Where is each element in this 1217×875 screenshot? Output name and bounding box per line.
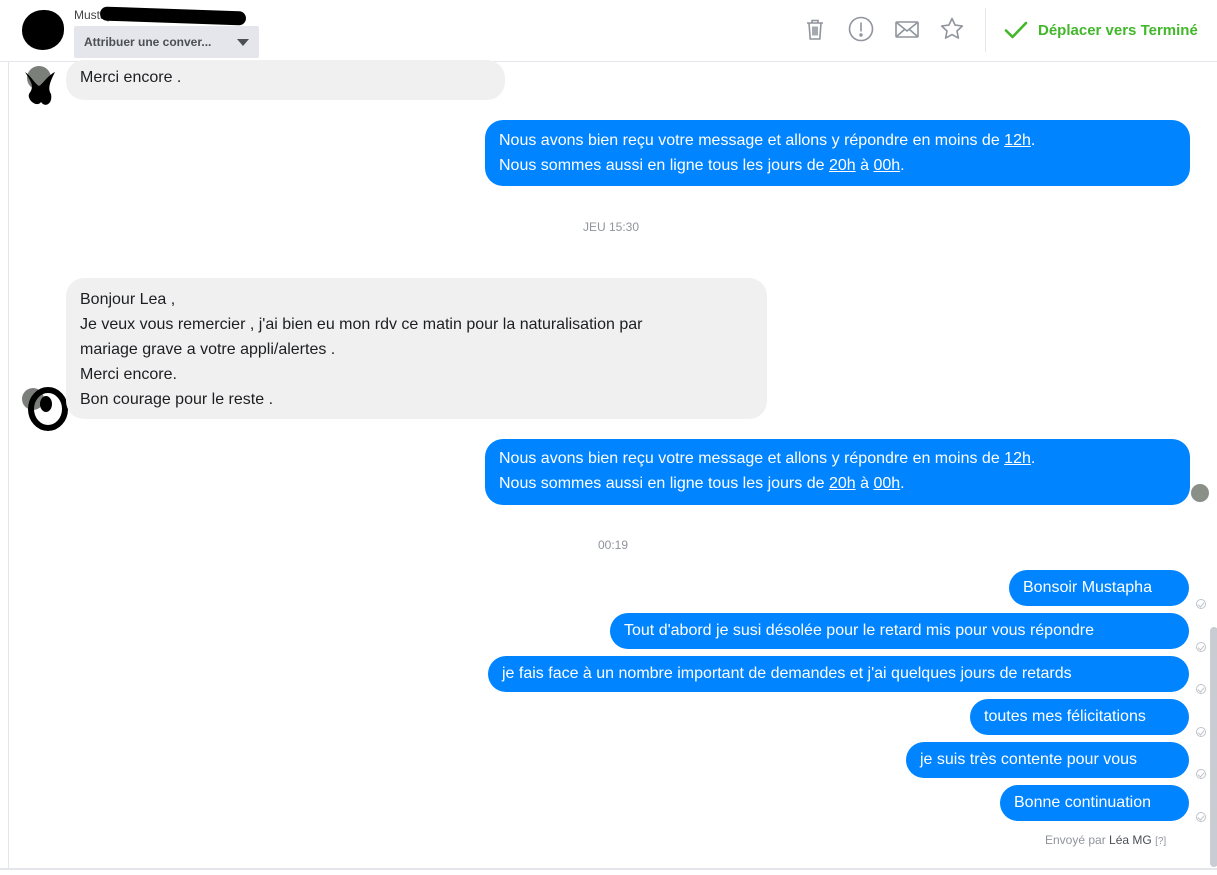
conversation-header: Mustapha Le Rabat Attribuer une conver..…	[0, 0, 1217, 62]
scrollbar[interactable]	[1210, 627, 1217, 867]
seen-check-icon	[1196, 812, 1206, 822]
seen-check-icon	[1196, 642, 1206, 652]
time-link[interactable]: 00h	[873, 475, 900, 492]
outgoing-message[interactable]: Bonsoir Mustapha	[1009, 570, 1189, 606]
message-text: Bonsoir Mustapha	[1023, 579, 1152, 596]
seen-check-icon	[1196, 727, 1206, 737]
message-timestamp: 00:19	[598, 538, 629, 552]
sender-avatar	[22, 387, 68, 431]
assign-conversation-label: Attribuer une conver...	[84, 35, 212, 49]
message-line-1: Nous avons bien reçu votre message et al…	[499, 132, 1036, 149]
message-text: Bonne continuation	[1014, 794, 1151, 811]
message-line-2: Nous sommes aussi en ligne tous les jour…	[499, 475, 905, 492]
message-text: toutes mes félicitations	[984, 708, 1146, 725]
redaction-mark	[99, 6, 247, 26]
star-icon[interactable]	[936, 13, 968, 45]
message-thread[interactable]: Merci encore . Nous avons bien reçu votr…	[8, 60, 1217, 868]
checkmark-icon	[1004, 21, 1028, 39]
time-link[interactable]: 20h	[829, 475, 856, 492]
incoming-message[interactable]: Bonjour Lea , Je veux vous remercier , j…	[66, 278, 767, 419]
seen-avatar	[1191, 484, 1209, 502]
message-line: Bon courage pour le reste .	[80, 391, 274, 408]
time-link[interactable]: 00h	[873, 157, 900, 174]
sender-name[interactable]: Léa MG	[1109, 833, 1152, 847]
message-line-1: Nous avons bien reçu votre message et al…	[499, 450, 1036, 467]
seen-check-icon	[1196, 769, 1206, 779]
sent-by-label: Envoyé par Léa MG [?]	[1045, 833, 1167, 847]
outgoing-message[interactable]: Nous avons bien reçu votre message et al…	[485, 120, 1190, 186]
message-line: Je veux vous remercier , j'ai bien eu mo…	[80, 316, 643, 333]
incoming-message[interactable]: Merci encore .	[66, 60, 505, 100]
help-link[interactable]: [?]	[1155, 836, 1166, 847]
time-link[interactable]: 20h	[829, 157, 856, 174]
seen-check-icon	[1196, 599, 1206, 609]
message-line: mariage grave a votre appli/alertes .	[80, 341, 336, 358]
envelope-icon[interactable]	[891, 13, 923, 45]
outgoing-message[interactable]: Nous avons bien reçu votre message et al…	[485, 439, 1190, 505]
trash-icon[interactable]	[799, 13, 831, 45]
sender-avatar	[25, 66, 55, 105]
time-link[interactable]: 12h	[1004, 132, 1031, 149]
message-text: Merci encore .	[80, 69, 182, 86]
time-link[interactable]: 12h	[1004, 450, 1031, 467]
assign-conversation-dropdown[interactable]: Attribuer une conver...	[74, 26, 259, 58]
seen-check-icon	[1196, 684, 1206, 694]
outgoing-message[interactable]: je fais face à un nombre important de de…	[488, 656, 1189, 692]
message-text: je fais face à un nombre important de de…	[502, 665, 1072, 682]
header-divider	[985, 8, 986, 52]
contact-avatar[interactable]	[22, 10, 64, 50]
message-text: je suis très contente pour vous	[920, 751, 1138, 768]
outgoing-message[interactable]: toutes mes félicitations	[970, 699, 1189, 735]
move-to-done-label: Déplacer vers Terminé	[1038, 21, 1198, 39]
caret-down-icon	[237, 38, 249, 46]
exclamation-icon[interactable]	[845, 13, 877, 45]
outgoing-message[interactable]: Tout d'abord je susi désolée pour le ret…	[610, 613, 1189, 649]
message-line: Bonjour Lea ,	[80, 291, 176, 308]
move-to-done-button[interactable]: Déplacer vers Terminé	[1004, 17, 1198, 43]
message-timestamp: JEU 15:30	[583, 220, 640, 234]
composer-divider	[0, 868, 1217, 870]
message-text: Tout d'abord je susi désolée pour le ret…	[624, 622, 1094, 639]
outgoing-message[interactable]: je suis très contente pour vous	[906, 742, 1189, 778]
outgoing-message[interactable]: Bonne continuation	[1000, 785, 1189, 821]
message-line: Merci encore.	[80, 366, 177, 383]
message-line-2: Nous sommes aussi en ligne tous les jour…	[499, 157, 905, 174]
